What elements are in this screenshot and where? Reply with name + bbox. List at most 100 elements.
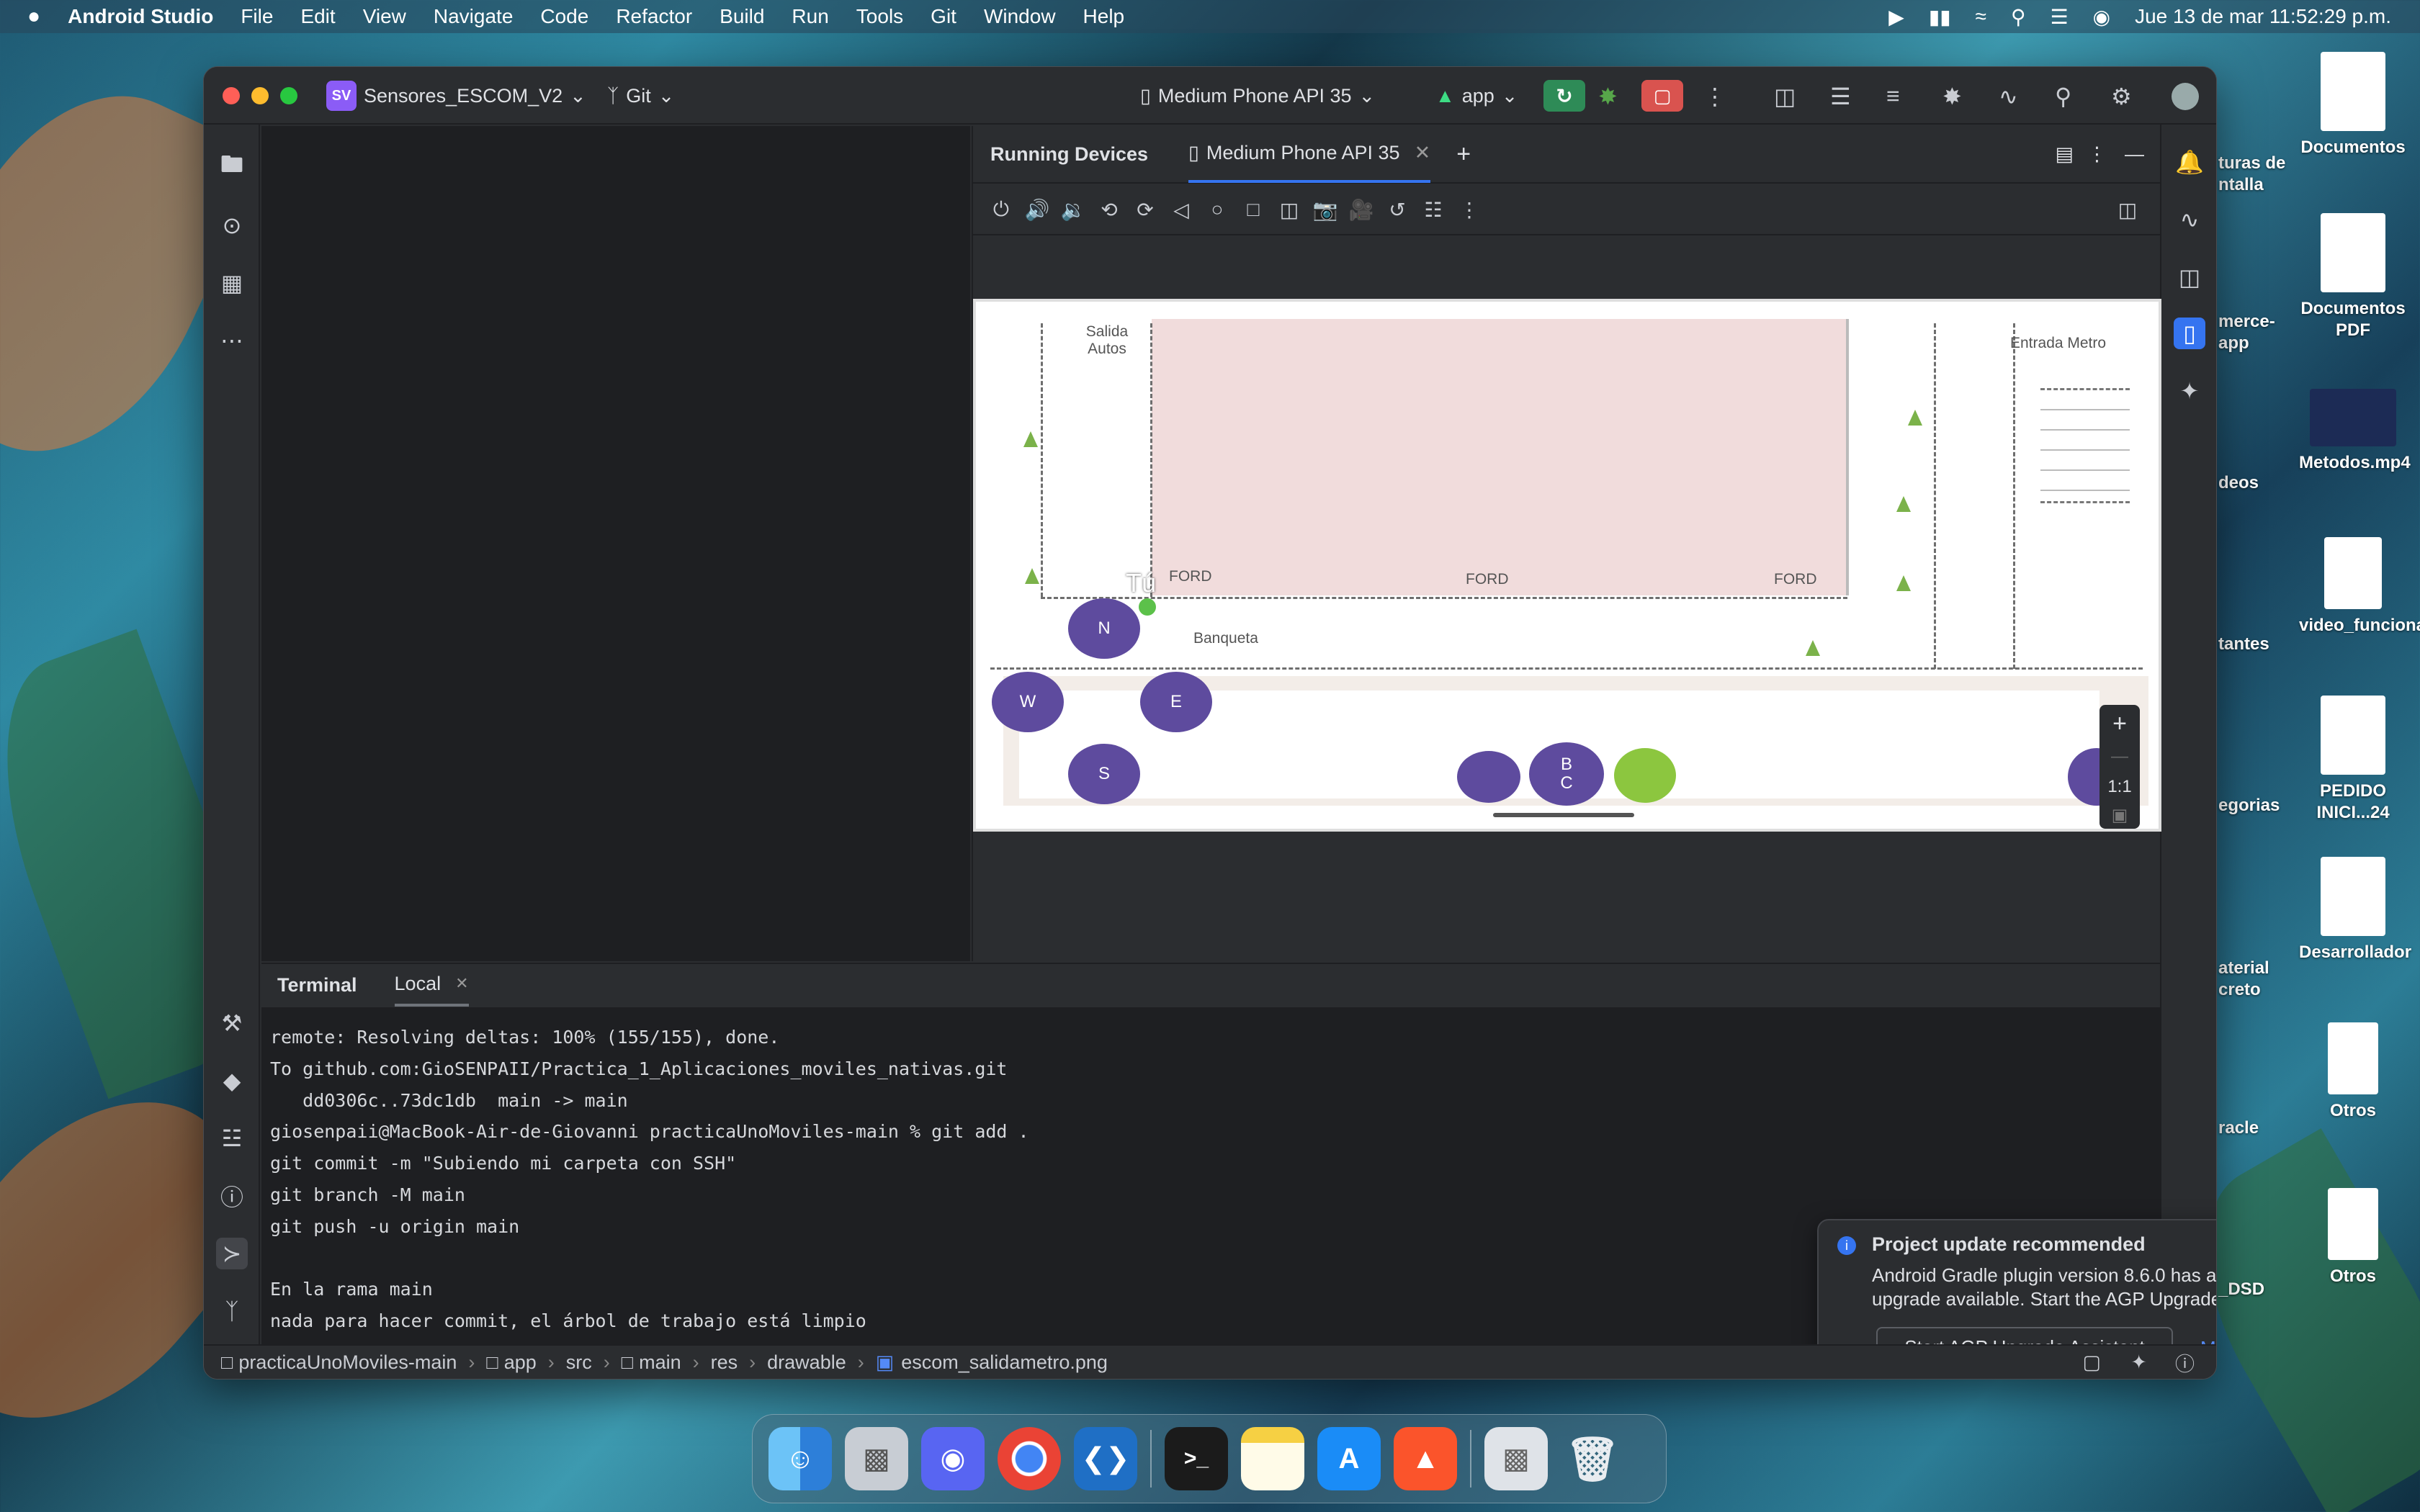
run-config-selector[interactable]: ▲ app ⌄ [1435,67,1518,125]
desktop-item-otros-1[interactable]: Otros [2299,1022,2407,1122]
breadcrumb-item[interactable]: practicaUnoMoviles-main [238,1351,457,1374]
wifi-icon[interactable]: ≈ [1976,5,1986,28]
avatar[interactable] [2172,83,2199,110]
gemini-sparkle-icon[interactable]: ✦ [2130,1351,2147,1374]
menu-build[interactable]: Build [720,5,764,28]
layout-icon[interactable]: ▤ [2055,143,2074,166]
apply-changes-button[interactable]: ↻ [1543,80,1585,112]
menu-refactor[interactable]: Refactor [616,5,692,28]
nav-button-e[interactable]: E [1140,672,1212,732]
finder-icon[interactable]: ☺ [768,1427,832,1490]
bug-icon[interactable]: ✸ [1942,83,1962,110]
launchpad-icon[interactable]: ▩ [845,1427,908,1490]
gradle-icon[interactable]: ∿ [2174,204,2205,235]
overview-icon[interactable]: □ [1235,198,1271,221]
tab-medium-phone[interactable]: ▯ Medium Phone API 35 ✕ [1188,125,1431,183]
vcs-selector[interactable]: ᛉ Git ⌄ [607,67,674,125]
desktop-item-documentos[interactable]: Documentos [2299,52,2407,158]
debug-icon[interactable]: ✸ [1598,83,1618,110]
discord-icon[interactable]: ◉ [921,1427,985,1490]
menu-help[interactable]: Help [1083,5,1125,28]
floor-button-selected[interactable] [1614,748,1676,803]
control-center-icon[interactable]: ☰ [2051,5,2069,29]
translate-icon[interactable]: ☰ [1830,83,1851,110]
more-tools-icon[interactable]: ⋯ [216,325,248,356]
close-tab-icon[interactable]: ✕ [455,974,468,993]
floor-button[interactable] [1457,751,1520,803]
menu-app-name[interactable]: Android Studio [68,5,213,28]
rotate-left-icon[interactable]: ⟲ [1091,198,1127,222]
breadcrumb-item[interactable]: main [639,1351,681,1374]
mirror-icon[interactable]: ◫ [2110,198,2146,222]
menu-git[interactable]: Git [931,5,956,28]
minimize-window-button[interactable] [251,87,269,104]
breadcrumb-item[interactable]: app [504,1351,537,1374]
rotate-right-icon[interactable]: ⟳ [1127,198,1163,222]
build-hammer-icon[interactable]: ⚒ [216,1007,248,1039]
chat-icon[interactable]: ▢ [2082,1351,2101,1374]
gemini-sparkle-icon[interactable]: ✦ [2174,375,2205,407]
more-actions-icon[interactable]: ⋮ [1703,83,1726,110]
panel-options-icon[interactable]: ⋮ [2087,143,2107,166]
desktop-item-documentos-pdf[interactable]: Documentos PDF [2299,213,2407,341]
zoom-actual-size-button[interactable]: 1:1 [2099,771,2140,803]
desktop-item-pedido[interactable]: PEDIDO INICI...24 [2299,696,2407,824]
desktop-item-partial[interactable]: merce- app [2218,311,2298,354]
more-icon[interactable]: ⋮ [1451,198,1487,222]
logcat-icon[interactable]: ☳ [216,1122,248,1154]
siri-icon[interactable]: ◉ [2093,5,2110,29]
screen-record-icon[interactable]: 🎥 [1343,198,1379,222]
desktop-item-partial[interactable]: deos [2218,472,2298,494]
zoom-in-button[interactable]: + [2099,705,2140,742]
zoom-fit-icon[interactable]: ▣ [2099,803,2140,829]
back-icon[interactable]: ◁ [1163,198,1199,222]
downloads-stack-icon[interactable]: ▩ [1484,1427,1548,1490]
problems-icon[interactable]: ⓘ [216,1180,248,1212]
desktop-item-otros-2[interactable]: Otros [2299,1188,2407,1287]
volume-up-icon[interactable]: 🔊 [1019,198,1055,222]
notes-icon[interactable] [1241,1427,1304,1490]
desktop-item-partial[interactable]: tantes [2218,634,2298,655]
desktop-item-desarrollador[interactable]: Desarrollador [2299,857,2411,963]
nav-button-n[interactable]: N [1068,598,1140,659]
emulator-screen[interactable]: Salida Autos Entrada Metro FORD FORD FOR… [973,299,2161,832]
device-selector[interactable]: ▯ Medium Phone API 35 ⌄ [1140,67,1375,125]
trash-icon[interactable]: 🗑 [1561,1427,1624,1490]
terminal-tab-local[interactable]: Local ✕ [394,963,469,1007]
breadcrumb-item[interactable]: src [566,1351,592,1374]
commit-icon[interactable]: ⊙ [216,210,248,241]
menu-navigate[interactable]: Navigate [434,5,514,28]
notifications-bell-icon[interactable]: 🔔 [2174,146,2205,178]
sync-icon[interactable]: ≡ [1886,83,1900,109]
menu-window[interactable]: Window [984,5,1056,28]
menubar-datetime[interactable]: Jue 13 de mar 11:52:29 p.m. [2135,5,2391,28]
search-icon[interactable]: ⚲ [2055,83,2071,110]
desktop-item-partial[interactable]: racle [2218,1117,2298,1139]
chrome-icon[interactable] [998,1427,1061,1490]
desktop-item-partial[interactable]: _DSD [2218,1279,2298,1300]
device-manager-icon[interactable]: ◫ [1774,83,1796,110]
vscode-icon[interactable]: ❮❯ [1074,1427,1137,1490]
running-devices-icon[interactable]: ▯ [2174,318,2205,349]
snapshot-icon[interactable]: ◫ [1271,198,1307,222]
volume-down-icon[interactable]: 🔉 [1055,198,1091,222]
desktop-item-partial[interactable]: aterial creto [2218,958,2298,1001]
terminal-app-icon[interactable]: >_ [1165,1427,1228,1490]
gem-icon[interactable]: ◆ [216,1065,248,1097]
version-control-icon[interactable]: ᛉ [216,1295,248,1327]
extended-controls-icon[interactable]: ☷ [1415,198,1451,222]
play-status-icon[interactable]: ▶ [1888,5,1904,29]
desktop-item-metodos[interactable]: Metodos.mp4 [2299,389,2411,474]
breadcrumb-item[interactable]: escom_salidametro.png [901,1351,1108,1374]
close-tab-icon[interactable]: ✕ [1415,142,1431,164]
project-folder-icon[interactable]: 🖿 [216,151,248,184]
breadcrumb-item[interactable]: res [711,1351,738,1374]
minimize-panel-icon[interactable]: — [2125,143,2144,166]
device-file-explorer-icon[interactable]: ◫ [2174,261,2205,293]
menu-edit[interactable]: Edit [300,5,335,28]
battery-icon[interactable]: ▮▮ [1929,5,1951,29]
app-store-icon[interactable]: A [1317,1427,1381,1490]
stop-button[interactable]: ▢ [1641,80,1683,112]
zoom-out-button[interactable]: — [2099,742,2140,771]
terminal-icon[interactable]: ≻ [216,1238,248,1269]
